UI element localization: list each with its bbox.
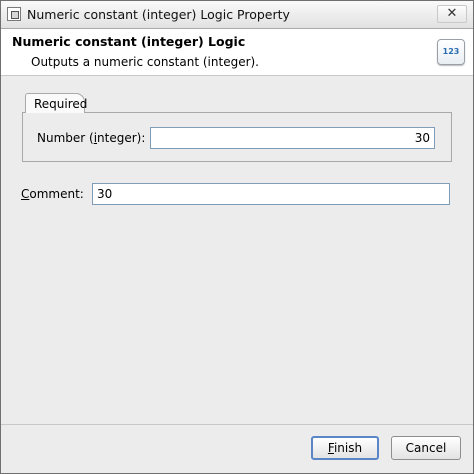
header-title: Numeric constant (integer) Logic bbox=[12, 34, 246, 49]
title-bar[interactable]: Numeric constant (integer) Logic Propert… bbox=[1, 1, 473, 29]
app-icon bbox=[7, 7, 21, 21]
dialog-header: Numeric constant (integer) Logic Outputs… bbox=[1, 29, 473, 76]
comment-label: Comment: bbox=[21, 187, 84, 201]
tab-panel-required: Number (integer): 30 bbox=[22, 112, 452, 162]
footer-separator bbox=[1, 424, 473, 425]
finish-button[interactable]: Finish bbox=[311, 436, 379, 460]
header-description: Outputs a numeric constant (integer). bbox=[31, 55, 259, 69]
tab-required[interactable]: Required bbox=[25, 93, 87, 113]
close-icon: ✕ bbox=[446, 6, 458, 21]
dialog-window: Numeric constant (integer) Logic Propert… bbox=[0, 0, 474, 474]
close-button[interactable]: ✕ bbox=[437, 5, 467, 23]
numeric-constant-icon: 123 bbox=[437, 39, 465, 65]
number-label: Number (integer): bbox=[37, 131, 146, 145]
comment-input[interactable]: 30 bbox=[92, 183, 450, 205]
number-input[interactable]: 30 bbox=[150, 127, 435, 149]
window-title: Numeric constant (integer) Logic Propert… bbox=[27, 7, 290, 22]
cancel-button[interactable]: Cancel bbox=[391, 436, 461, 460]
